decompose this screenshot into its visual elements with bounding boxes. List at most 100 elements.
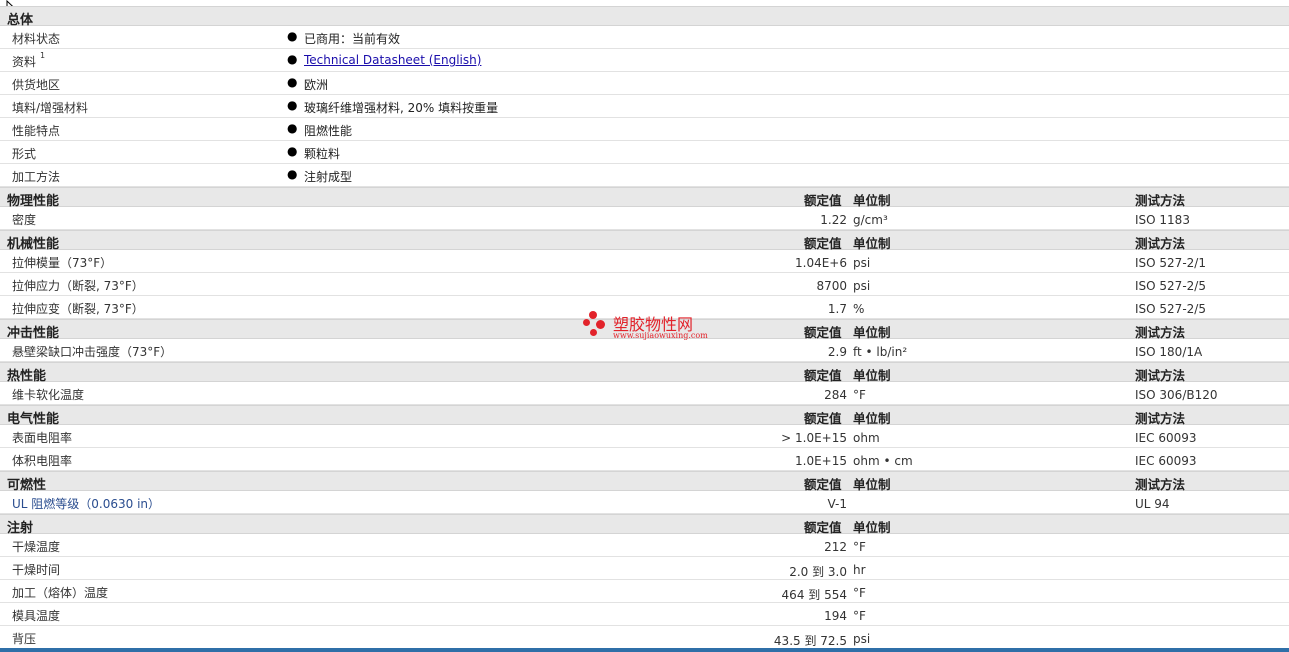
test-method: IEC 60093: [1135, 431, 1197, 445]
property-value: 8700: [816, 279, 847, 293]
row-name: 填料/增强材料: [12, 101, 89, 115]
property-unit: g/cm³: [853, 213, 888, 227]
property-name: 干燥时间: [12, 563, 61, 577]
row-name: 供货地区: [12, 78, 61, 92]
property-value: 2.9: [827, 345, 847, 359]
property-name: 拉伸应变（断裂, 73°F）: [12, 302, 144, 316]
property-value: 284: [824, 388, 847, 402]
bullet-icon: ●: [287, 29, 298, 43]
section-header: 电气性能 额定值 单位制 测试方法: [0, 405, 1289, 427]
table-row: 资料 1 ● Technical Datasheet (English): [0, 49, 1289, 72]
property-unit: °F: [853, 388, 866, 402]
property-name: 密度: [12, 213, 37, 227]
property-value: 212: [824, 540, 847, 554]
property-name: 加工（熔体）温度: [12, 586, 109, 600]
property-value: 194: [824, 609, 847, 623]
row-name: 加工方法: [12, 170, 61, 184]
bullet-icon: ●: [287, 52, 298, 66]
property-unit: °F: [853, 609, 866, 623]
table-row: 表面电阻率 > 1.0E+15 ohm IEC 60093: [0, 425, 1289, 448]
test-method: ISO 1183: [1135, 213, 1190, 227]
table-row: 背压 43.5 到 72.5 psi: [0, 626, 1289, 649]
section-header-general: 总体: [0, 6, 1289, 28]
datasheet-link[interactable]: Technical Datasheet (English): [304, 53, 481, 67]
section-header: 注射 额定值 单位制: [0, 514, 1289, 536]
section-header: 机械性能 额定值 单位制 测试方法: [0, 230, 1289, 252]
property-name: 干燥温度: [12, 540, 61, 554]
test-method: UL 94: [1135, 497, 1170, 511]
bullet-icon: ●: [287, 75, 298, 89]
row-name: 形式: [12, 147, 37, 161]
table-row: 填料/增强材料 ● 玻璃纤维增强材料, 20% 填料按重量: [0, 95, 1289, 118]
table-row: 干燥温度 212 °F: [0, 534, 1289, 557]
table-row: 材料状态 ● 已商用：当前有效: [0, 26, 1289, 49]
table-row: 密度 1.22 g/cm³ ISO 1183: [0, 207, 1289, 230]
property-unit: ft • lb/in²: [853, 345, 908, 359]
test-method: ISO 527-2/5: [1135, 302, 1206, 316]
test-method: ISO 306/B120: [1135, 388, 1218, 402]
table-row: 干燥时间 2.0 到 3.0 hr: [0, 557, 1289, 580]
property-unit: °F: [853, 586, 866, 600]
row-value: 欧洲: [304, 78, 329, 92]
property-unit: ohm: [853, 431, 880, 445]
row-name: 资料: [12, 55, 37, 69]
property-unit: psi: [853, 632, 871, 646]
property-name: 维卡软化温度: [12, 388, 85, 402]
property-name: 拉伸模量（73°F）: [12, 256, 113, 270]
table-row: 加工方法 ● 注射成型: [0, 164, 1289, 187]
property-name: 体积电阻率: [12, 454, 73, 468]
bullet-icon: ●: [287, 121, 298, 135]
property-unit: psi: [853, 279, 871, 293]
property-value: 1.7: [827, 302, 847, 316]
property-name: UL 阻燃等级（0.0630 in）: [12, 497, 161, 511]
row-value: 阻燃性能: [304, 124, 353, 138]
row-value: 玻璃纤维增强材料, 20% 填料按重量: [304, 101, 499, 115]
row-value: 颗粒料: [304, 147, 341, 161]
table-row: 维卡软化温度 284 °F ISO 306/B120: [0, 382, 1289, 405]
section-header: 热性能 额定值 单位制 测试方法: [0, 362, 1289, 384]
property-value: > 1.0E+15: [781, 431, 847, 445]
table-row: 模具温度 194 °F: [0, 603, 1289, 626]
bullet-icon: ●: [287, 167, 298, 181]
row-name: 材料状态: [12, 32, 61, 46]
property-value: 1.04E+6: [795, 256, 847, 270]
section-header: 可燃性 额定值 单位制 测试方法: [0, 471, 1289, 493]
row-value: 注射成型: [304, 170, 353, 184]
table-row: 供货地区 ● 欧洲: [0, 72, 1289, 95]
watermark-url: www.sujiaowuxing.com: [613, 331, 708, 340]
table-row: 拉伸模量（73°F） 1.04E+6 psi ISO 527-2/1: [0, 250, 1289, 273]
test-method: ISO 180/1A: [1135, 345, 1203, 359]
property-name: 拉伸应力（断裂, 73°F）: [12, 279, 144, 293]
property-unit: psi: [853, 256, 871, 270]
row-value: 已商用：当前有效: [304, 32, 401, 46]
property-unit: ohm • cm: [853, 454, 913, 468]
property-value: V-1: [827, 497, 847, 511]
test-method: ISO 527-2/5: [1135, 279, 1206, 293]
row-value: Technical Datasheet (English): [304, 53, 481, 67]
property-name: 悬壁梁缺口冲击强度（73°F）: [12, 345, 173, 359]
table-row: 拉伸应力（断裂, 73°F） 8700 psi ISO 527-2/5: [0, 273, 1289, 296]
table-row: UL 阻燃等级（0.0630 in） V-1 UL 94: [0, 491, 1289, 514]
property-name: 背压: [12, 632, 37, 646]
property-value: 2.0 到 3.0: [789, 565, 847, 579]
table-row: 性能特点 ● 阻燃性能: [0, 118, 1289, 141]
property-unit: %: [853, 302, 865, 316]
watermark-logo: 塑胶物性网 www.sujiaowuxing.com: [583, 309, 723, 343]
property-value: 1.0E+15: [795, 454, 847, 468]
table-row: 形式 ● 颗粒料: [0, 141, 1289, 164]
property-name: 表面电阻率: [12, 431, 73, 445]
property-name: 模具温度: [12, 609, 61, 623]
section-header: 物理性能 额定值 单位制 测试方法: [0, 187, 1289, 209]
table-row: 体积电阻率 1.0E+15 ohm • cm IEC 60093: [0, 448, 1289, 471]
property-value: 43.5 到 72.5: [773, 634, 847, 648]
bullet-icon: ●: [287, 144, 298, 158]
bottom-bar: [0, 648, 1289, 652]
table-row: 加工（熔体）温度 464 到 554 °F: [0, 580, 1289, 603]
property-value: 464 到 554: [781, 588, 847, 602]
property-value: 1.22: [820, 213, 847, 227]
bullet-icon: ●: [287, 98, 298, 112]
footnote-marker: 1: [40, 51, 46, 60]
property-unit: hr: [853, 563, 866, 577]
row-name: 性能特点: [12, 124, 61, 138]
test-method: ISO 527-2/1: [1135, 256, 1206, 270]
